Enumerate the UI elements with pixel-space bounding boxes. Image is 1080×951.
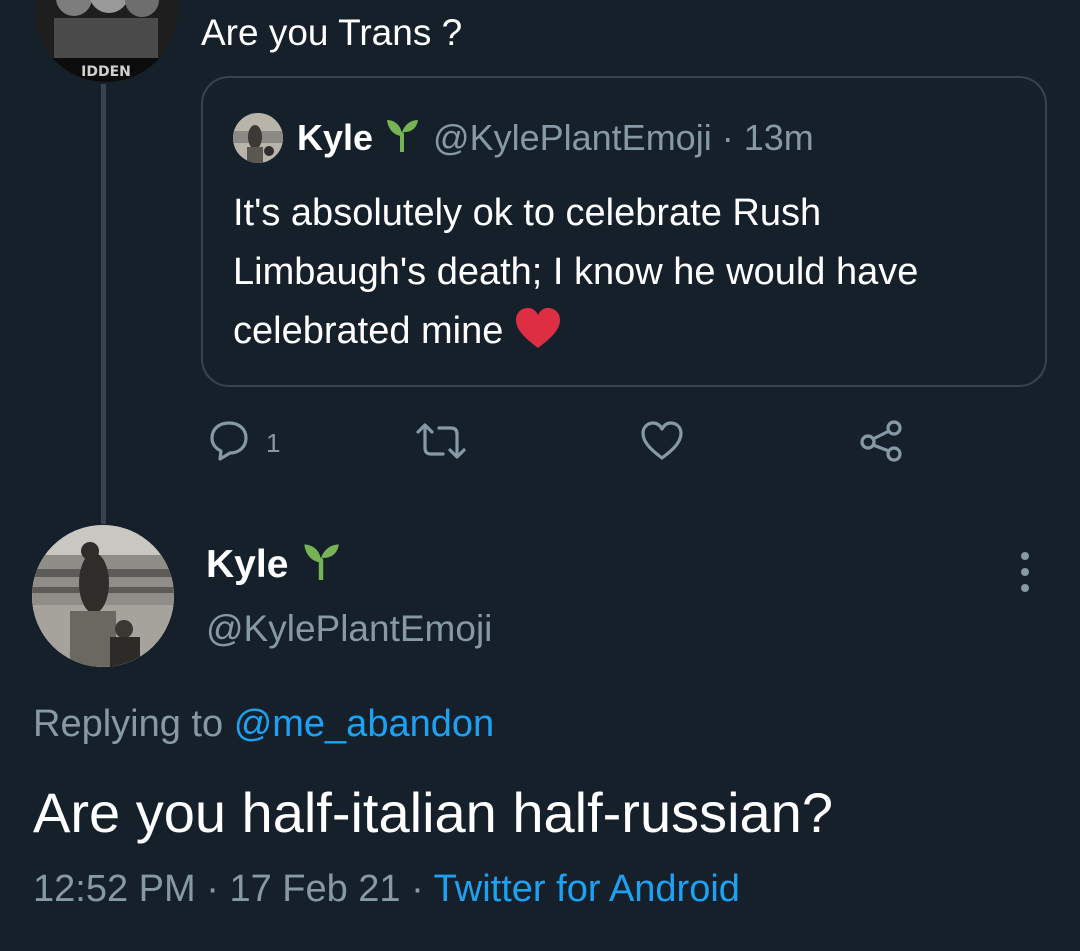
- quoted-tweet-text: It's absolutely ok to celebrate Rush Lim…: [233, 192, 919, 352]
- main-tweet-name-row[interactable]: Kyle: [206, 540, 354, 590]
- quoted-tweet-name[interactable]: Kyle: [297, 117, 373, 159]
- share-action[interactable]: [860, 420, 904, 467]
- quoted-tweet-handle[interactable]: @KylePlantEmoji: [433, 117, 712, 159]
- reply-action[interactable]: 1: [206, 420, 280, 467]
- quoted-tweet-time: 13m: [743, 117, 814, 158]
- sprout-icon: [302, 540, 340, 590]
- like-action[interactable]: [640, 420, 684, 467]
- tweet-date: 17 Feb 21: [229, 868, 401, 910]
- separator-dot: ·: [411, 868, 424, 910]
- quoted-tweet-card[interactable]: Kyle @KylePlantEmoji · 13m It's absolute…: [201, 76, 1047, 387]
- tweet-thread: IDDEN Are you Trans ? Kyle @KylePlantEmo…: [0, 0, 1080, 951]
- svg-text:IDDEN: IDDEN: [81, 64, 131, 80]
- retweet-icon[interactable]: [414, 420, 468, 467]
- thread-connector-line: [101, 84, 106, 524]
- separator-dot: ·: [721, 117, 734, 158]
- quoted-tweet-header: Kyle @KylePlantEmoji · 13m: [233, 112, 814, 164]
- reply-count: 1: [266, 428, 281, 458]
- reply-icon[interactable]: [206, 420, 252, 467]
- parent-avatar[interactable]: IDDEN: [34, 0, 178, 82]
- tweet-source-link[interactable]: Twitter for Android: [434, 868, 740, 910]
- tweet-time: 12:52 PM: [33, 868, 196, 910]
- replying-prefix: Replying to: [33, 703, 224, 745]
- quoted-tweet-avatar: [233, 113, 283, 163]
- separator-dot: ·: [206, 868, 219, 910]
- main-tweet-handle[interactable]: @KylePlantEmoji: [206, 608, 492, 650]
- more-options-icon[interactable]: [1015, 548, 1035, 596]
- tweet-meta: 12:52 PM · 17 Feb 21 · Twitter for Andro…: [33, 868, 740, 911]
- parent-tweet-text: Are you Trans ?: [201, 12, 463, 53]
- main-tweet-avatar[interactable]: [32, 525, 174, 667]
- like-icon[interactable]: [640, 420, 684, 467]
- replying-to-mention[interactable]: @me_abandon: [234, 703, 494, 745]
- main-tweet-name[interactable]: Kyle: [206, 543, 288, 587]
- main-tweet-text: Are you half-italian half-russian?: [33, 781, 833, 844]
- share-icon[interactable]: [860, 420, 904, 467]
- quoted-tweet-body: It's absolutely ok to celebrate Rush Lim…: [233, 184, 993, 367]
- replying-to-line: Replying to @me_abandon: [33, 703, 494, 746]
- sprout-icon: [385, 116, 419, 161]
- heart-emoji-icon: [515, 307, 561, 367]
- retweet-action[interactable]: [414, 420, 468, 467]
